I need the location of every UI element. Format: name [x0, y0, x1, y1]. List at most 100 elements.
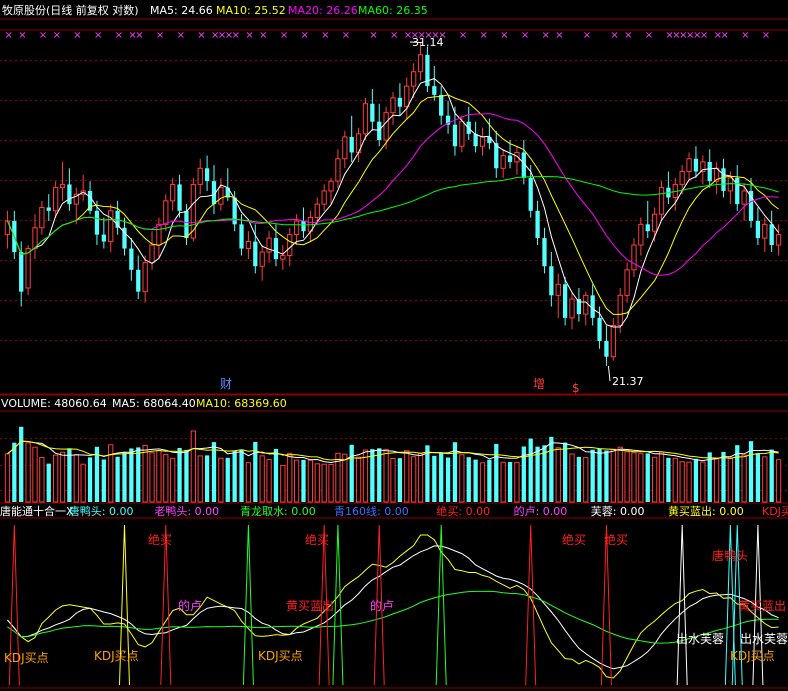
indicator-header-item: KDJ买点: 0.00 — [762, 505, 788, 518]
volume-bar — [741, 454, 747, 503]
volume-bar — [25, 442, 31, 503]
candle-body — [631, 244, 637, 271]
signal-spike — [332, 524, 344, 686]
candle-body — [452, 124, 458, 147]
ma5-label: MA5: 24.66 — [150, 4, 213, 17]
volume-bar — [494, 443, 499, 502]
cross-marker: × — [521, 30, 529, 41]
candle-body — [693, 158, 699, 172]
indicator-label: 绝买 — [562, 532, 586, 547]
candle-body — [136, 269, 141, 292]
volume-bar — [645, 453, 650, 502]
candle-body — [597, 317, 602, 341]
signal-spike — [435, 524, 447, 686]
volume-bar — [397, 458, 403, 502]
volume-bar — [569, 453, 575, 503]
volume-bar — [190, 430, 196, 503]
volume-bar — [404, 450, 410, 503]
volume-bar — [12, 442, 17, 502]
cross-marker: × — [583, 30, 591, 41]
cross-marker: × — [480, 30, 488, 41]
candle-body — [163, 200, 169, 225]
indicator-label: 出水芙蓉 — [740, 632, 788, 646]
candle-body — [67, 184, 72, 205]
candle-body — [253, 241, 258, 267]
volume-bar — [129, 448, 134, 502]
cai-marker: 财 — [220, 377, 232, 391]
candle-body — [314, 203, 320, 219]
candle-body — [342, 136, 348, 160]
cross-marker: × — [135, 30, 143, 41]
candle-body — [535, 210, 540, 239]
volume-bar — [479, 462, 486, 503]
candle-body — [287, 234, 293, 257]
candle-body — [101, 234, 106, 242]
candle-body — [362, 103, 369, 135]
volume-bar — [211, 442, 217, 502]
cross-marker: × — [156, 30, 164, 41]
cross-marker: × — [342, 30, 350, 41]
volume-bar — [293, 459, 300, 503]
candle-body — [569, 298, 575, 319]
volume-bar — [245, 462, 252, 503]
indicator-label: 的卢 — [178, 598, 202, 613]
volume-bar — [67, 448, 72, 502]
candle-body — [46, 207, 51, 211]
volume-bar — [686, 461, 692, 503]
indicator-header-item: 青龙取水: 0.00 — [240, 505, 316, 518]
low-price-label: 21.37 — [612, 375, 644, 388]
candle-body — [328, 180, 334, 192]
cross-marker: × — [197, 30, 205, 41]
chart-labels: × × × × × × × ×× × × × ×××× × × × × × × × × ×××××× × × × × × × × × × ×… — [4, 30, 788, 665]
candle-body — [19, 252, 24, 292]
volume-bar — [617, 446, 623, 503]
volume-bar — [307, 459, 314, 503]
volume-bar — [156, 450, 162, 503]
candle-body — [707, 161, 712, 182]
candle-body — [129, 248, 134, 270]
volume-bar — [610, 448, 616, 503]
candle-body — [542, 238, 547, 267]
ma10-label: MA10: 25.52 — [216, 4, 286, 17]
indicator-label: 唐鸭头 — [712, 548, 748, 563]
candle-body — [149, 244, 155, 264]
volume-bar — [679, 461, 685, 503]
candle-body — [32, 227, 38, 250]
cross-marker: × — [610, 30, 618, 41]
volume-bar — [383, 449, 389, 503]
volume-bar — [562, 442, 568, 502]
indicator-label: 绝买 — [305, 532, 329, 547]
volume-bar — [101, 459, 106, 502]
signal-spike — [676, 524, 688, 686]
volume-bar — [439, 452, 444, 502]
cross-marker: × — [459, 30, 467, 41]
volume-bar — [631, 452, 637, 503]
volume-bar — [239, 449, 244, 502]
cross-marker: × — [762, 30, 770, 41]
volume-bar — [624, 451, 630, 503]
volume-bar — [487, 459, 492, 502]
indicator-header-item: 芙蓉: 0.00 — [591, 504, 645, 518]
cross-marker: × — [232, 30, 240, 41]
signal-spike — [242, 524, 254, 686]
candle-body — [417, 54, 424, 73]
volume-bar — [115, 456, 120, 502]
candle-body — [293, 220, 300, 236]
candle-body — [218, 187, 224, 205]
volume-bar — [500, 461, 506, 503]
candle-body — [500, 155, 506, 169]
indicator-header-item: 唐鸭头: 0.00 — [69, 504, 134, 518]
volume-bar — [528, 438, 533, 502]
candle-body — [624, 269, 630, 296]
candle-body — [762, 223, 768, 239]
volume-bar — [466, 457, 471, 502]
volume-bar — [507, 462, 513, 502]
volume-bar — [266, 459, 272, 503]
volume-bar — [80, 463, 86, 503]
candle-body — [686, 158, 692, 172]
volume-bar — [555, 447, 561, 503]
cross-marker: × — [280, 30, 288, 41]
volume-bar — [583, 457, 589, 503]
volume-bar — [218, 457, 224, 503]
volume-bar — [727, 458, 733, 503]
